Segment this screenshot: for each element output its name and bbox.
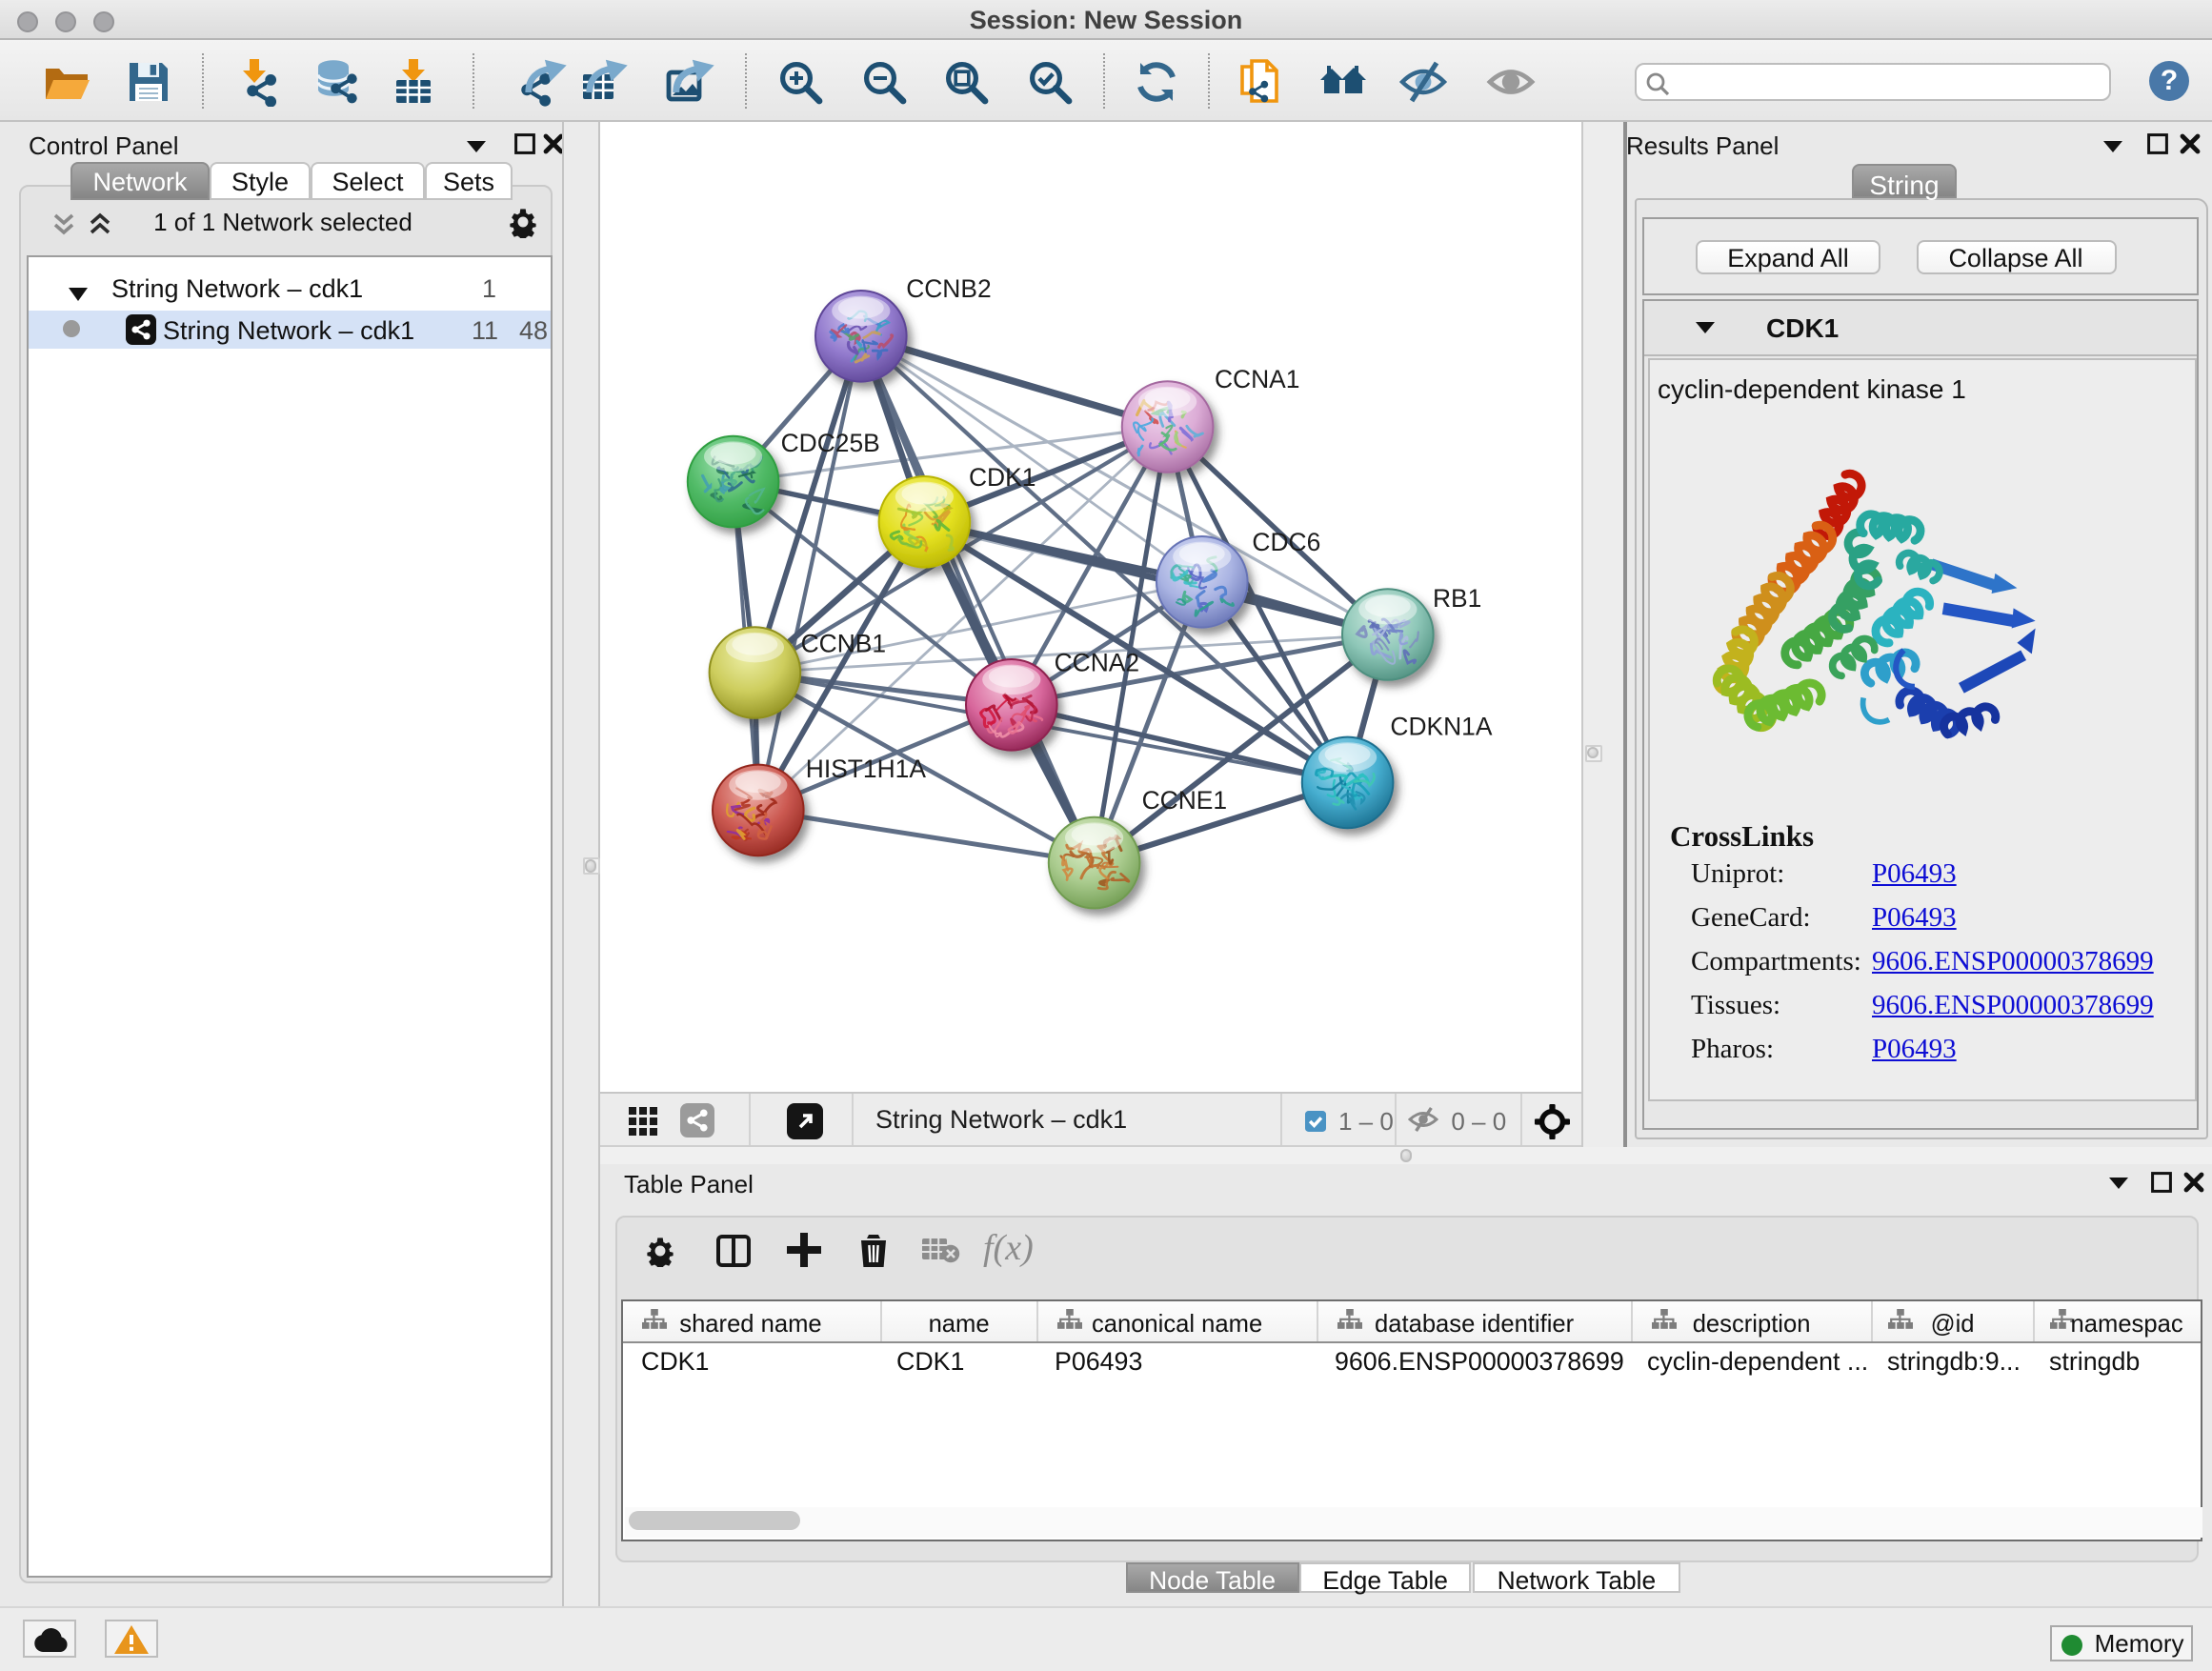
svg-text:CCNE1: CCNE1 — [1141, 785, 1226, 814]
svg-text:HIST1H1A: HIST1H1A — [805, 754, 926, 782]
svg-text:CCNA1: CCNA1 — [1214, 364, 1298, 393]
svg-text:CDKN1A: CDKN1A — [1389, 712, 1491, 740]
svg-text:CDC6: CDC6 — [1251, 527, 1319, 555]
svg-text:RB1: RB1 — [1432, 583, 1480, 612]
svg-text:CDK1: CDK1 — [968, 462, 1035, 491]
svg-text:CCNB1: CCNB1 — [800, 629, 885, 657]
svg-text:CCNA2: CCNA2 — [1054, 648, 1138, 676]
svg-text:CDC25B: CDC25B — [780, 428, 879, 456]
svg-text:CCNB2: CCNB2 — [905, 273, 990, 302]
